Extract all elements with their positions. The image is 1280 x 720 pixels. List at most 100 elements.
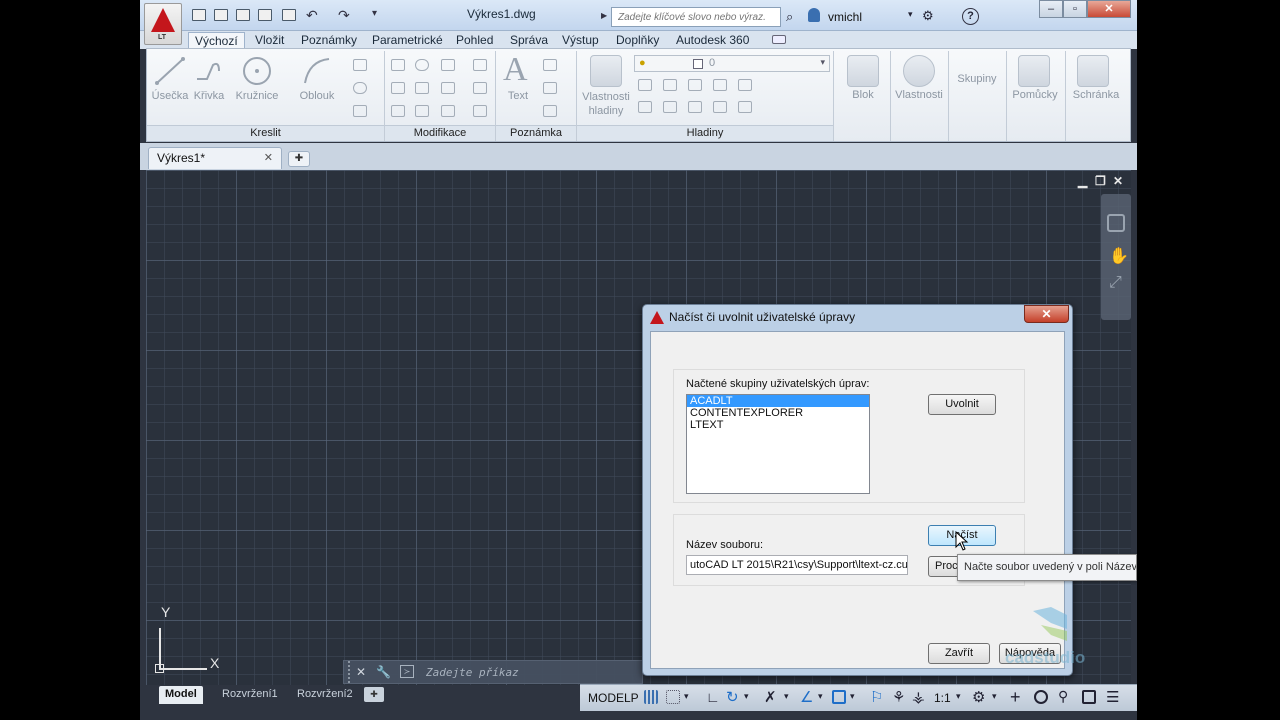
utilities-icon[interactable] bbox=[1018, 55, 1050, 87]
leader-icon[interactable] bbox=[543, 82, 557, 94]
panel-modifikace[interactable]: Modifikace bbox=[385, 125, 495, 141]
layout-tab-rozvrzeni2[interactable]: Rozvržení2 bbox=[291, 686, 359, 704]
stretch-icon[interactable] bbox=[391, 105, 405, 117]
user-dropdown-icon[interactable]: ▾ bbox=[908, 9, 913, 20]
viewport-close-icon[interactable]: ✕ bbox=[1113, 174, 1123, 188]
user-icon[interactable] bbox=[808, 8, 820, 22]
table-icon[interactable] bbox=[543, 105, 557, 117]
help-icon[interactable]: ? bbox=[962, 8, 979, 25]
circle-icon[interactable] bbox=[241, 55, 273, 87]
annotation-scale-icon[interactable]: ⚶ bbox=[912, 688, 925, 706]
file-name-input[interactable]: utoCAD LT 2015\R21\csy\Support\ltext-cz.… bbox=[686, 555, 908, 575]
new-tab-icon[interactable]: ✚ bbox=[288, 151, 310, 167]
polar-icon[interactable]: ↻ bbox=[726, 688, 739, 706]
annotation-visibility-icon[interactable]: ⚐ bbox=[870, 688, 883, 706]
open-icon[interactable] bbox=[214, 9, 228, 21]
close-dialog-button[interactable]: Zavřít bbox=[928, 643, 990, 664]
tab-vlozit[interactable]: Vložit bbox=[249, 32, 290, 49]
navigation-bar[interactable]: ✋ ⤢ bbox=[1101, 194, 1131, 320]
file-tab-vykres1[interactable]: Výkres1* ✕ bbox=[148, 147, 282, 169]
customize-cmd-icon[interactable]: 🔧 bbox=[376, 665, 391, 679]
tool-text[interactable]: Text bbox=[499, 90, 537, 102]
search-input[interactable] bbox=[612, 8, 780, 26]
search-expand-icon[interactable]: ▶ bbox=[601, 11, 607, 20]
viewport-minimize-icon[interactable]: ▁ bbox=[1078, 174, 1087, 188]
customization-menu-icon[interactable]: ☰ bbox=[1106, 688, 1119, 706]
annotation-monitor-icon[interactable]: + bbox=[1010, 687, 1021, 708]
dimension-icon[interactable] bbox=[543, 59, 557, 71]
polar-dropdown-icon[interactable]: ▾ bbox=[744, 691, 749, 702]
layer-tool-3-icon[interactable] bbox=[688, 79, 702, 91]
tab-vychozi[interactable]: Výchozí bbox=[188, 32, 245, 49]
layer-tool-2-icon[interactable] bbox=[663, 79, 677, 91]
clean-screen-icon[interactable] bbox=[1082, 690, 1096, 704]
application-menu-button[interactable]: LT bbox=[144, 3, 182, 45]
scale-icon[interactable] bbox=[415, 105, 429, 117]
scale-dropdown-icon[interactable]: ▾ bbox=[956, 691, 961, 702]
text-tool-icon[interactable]: A bbox=[503, 51, 528, 89]
layer-tool-7-icon[interactable] bbox=[663, 101, 677, 113]
rotate-icon[interactable] bbox=[415, 59, 429, 71]
save-as-icon[interactable] bbox=[258, 9, 272, 21]
tab-sprava[interactable]: Správa bbox=[504, 32, 554, 49]
save-icon[interactable] bbox=[236, 9, 250, 21]
mirror-icon[interactable] bbox=[415, 82, 429, 94]
snap-dropdown-icon[interactable]: ▾ bbox=[684, 691, 689, 702]
grip-handle[interactable] bbox=[348, 661, 352, 683]
erase-icon[interactable] bbox=[473, 59, 487, 71]
osnap-dropdown-icon[interactable]: ▾ bbox=[850, 691, 855, 702]
tool-kruznice[interactable]: Kružnice bbox=[233, 90, 281, 102]
tool-oblouk[interactable]: Oblouk bbox=[293, 90, 341, 102]
unload-button[interactable]: Uvolnit bbox=[928, 394, 996, 415]
grid-icon[interactable] bbox=[644, 690, 658, 704]
layer-tool-10-icon[interactable] bbox=[738, 101, 752, 113]
hatch-icon[interactable] bbox=[353, 105, 367, 117]
osnap-icon[interactable] bbox=[832, 690, 846, 704]
maximize-button[interactable]: ▫ bbox=[1063, 0, 1087, 18]
panel-hladiny[interactable]: Hladiny bbox=[577, 125, 833, 141]
panel-kreslit[interactable]: Kreslit bbox=[147, 125, 384, 141]
line-icon[interactable] bbox=[153, 53, 189, 89]
close-tab-icon[interactable]: ✕ bbox=[264, 148, 273, 168]
fillet-icon[interactable] bbox=[441, 82, 455, 94]
tab-pohled[interactable]: Pohled bbox=[450, 32, 499, 49]
tool-blok[interactable]: Blok bbox=[837, 89, 889, 101]
tab-doplnky[interactable]: Doplňky bbox=[610, 32, 665, 49]
exchange-icon[interactable]: ⚙ bbox=[922, 8, 934, 24]
isolate-objects-icon[interactable] bbox=[1034, 690, 1048, 704]
layer-tool-1-icon[interactable] bbox=[638, 79, 652, 91]
rectangle-icon[interactable] bbox=[353, 59, 367, 71]
minimize-button[interactable]: – bbox=[1039, 0, 1063, 18]
layer-tool-6-icon[interactable] bbox=[638, 101, 652, 113]
layer-tool-9-icon[interactable] bbox=[713, 101, 727, 113]
trim-icon[interactable] bbox=[441, 59, 455, 71]
offset-icon[interactable] bbox=[473, 105, 487, 117]
undo-icon[interactable]: ↶ bbox=[306, 7, 318, 24]
arc-icon[interactable] bbox=[301, 55, 333, 87]
tab-vystup[interactable]: Výstup bbox=[556, 32, 605, 49]
explode-icon[interactable] bbox=[473, 82, 487, 94]
isodraft-dropdown-icon[interactable]: ▾ bbox=[784, 691, 789, 702]
layout-tab-rozvrzeni1[interactable]: Rozvržení1 bbox=[216, 686, 284, 704]
binoculars-icon[interactable]: ⌕ bbox=[786, 9, 793, 25]
list-item[interactable]: CONTENTEXPLORER bbox=[687, 407, 869, 419]
block-icon[interactable] bbox=[847, 55, 879, 87]
tool-krivka[interactable]: Křivka bbox=[191, 90, 227, 102]
command-line[interactable]: ✕ 🔧 ≻ Zadejte příkaz bbox=[343, 660, 643, 684]
new-icon[interactable] bbox=[192, 9, 206, 21]
layer-tool-5-icon[interactable] bbox=[738, 79, 752, 91]
tab-poznamky[interactable]: Poznámky bbox=[295, 32, 363, 49]
tool-pomucky[interactable]: Pomůcky bbox=[1007, 89, 1063, 101]
tab-parametricke[interactable]: Parametrické bbox=[366, 32, 449, 49]
ellipse-icon[interactable] bbox=[353, 82, 367, 94]
dialog-close-button[interactable]: ✕ bbox=[1024, 305, 1069, 323]
command-prompt[interactable]: Zadejte příkaz bbox=[426, 666, 519, 679]
otrack-icon[interactable]: ∠ bbox=[800, 688, 813, 706]
ribbon-minimize-icon[interactable] bbox=[772, 35, 786, 44]
clipboard-icon[interactable] bbox=[1077, 55, 1109, 87]
search-field[interactable] bbox=[611, 7, 781, 27]
user-name[interactable]: vmichl bbox=[828, 10, 862, 24]
workspace-dropdown-icon[interactable]: ▾ bbox=[992, 691, 997, 702]
zoom-extents-icon[interactable]: ⤢ bbox=[1109, 274, 1122, 292]
tool-usecka[interactable]: Úsečka bbox=[147, 90, 193, 102]
